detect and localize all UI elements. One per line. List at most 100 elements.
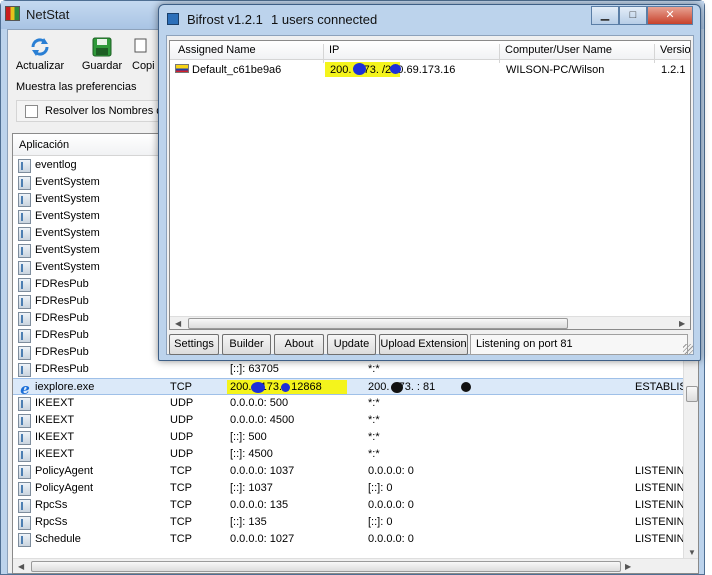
process-icon bbox=[18, 176, 31, 190]
cell-application: FDResPub bbox=[35, 295, 89, 307]
version-cell: 1.2.1 bbox=[661, 64, 686, 76]
cell-protocol: UDP bbox=[170, 397, 194, 409]
minimize-button[interactable]: ▁ bbox=[591, 6, 619, 25]
cell-protocol: UDP bbox=[170, 448, 194, 460]
cell-remote-address: 0.0.0.0: 0 bbox=[368, 465, 414, 477]
column-version[interactable]: Versio bbox=[660, 44, 690, 56]
computer-user-cell: WILSON-PC/Wilson bbox=[506, 64, 605, 76]
refresh-button[interactable]: Actualizar bbox=[12, 36, 68, 72]
connected-user-row[interactable]: Default_c61be9a6 200. .173. /200.69.173.… bbox=[170, 61, 690, 79]
cell-state: LISTENIN bbox=[635, 482, 685, 494]
table-row[interactable]: PolicyAgent TCP 0.0.0.0: 1037 0.0.0.0: 0 LIS… bbox=[13, 463, 693, 480]
minimize-icon: ▁ bbox=[600, 9, 610, 21]
cell-remote-address: [::]: 0 bbox=[368, 516, 393, 528]
scroll-left-arrow-icon[interactable]: ◀ bbox=[18, 562, 24, 571]
resize-grip-icon[interactable] bbox=[683, 344, 693, 354]
process-icon bbox=[18, 431, 31, 445]
scroll-down-arrow-icon[interactable]: ▼ bbox=[688, 548, 696, 557]
save-button[interactable]: Guardar bbox=[74, 36, 130, 72]
table-row[interactable]: IKEEXT UDP [::]: 500 *:* bbox=[13, 429, 693, 446]
listening-status: Listening on port 81 bbox=[470, 334, 688, 355]
table-row[interactable]: PolicyAgent TCP [::]: 1037 [::]: 0 LISTENIN bbox=[13, 480, 693, 497]
table-row[interactable]: Schedule TCP 0.0.0.0: 1027 0.0.0.0: 0 LISTEN… bbox=[13, 531, 693, 548]
process-icon bbox=[18, 465, 31, 479]
cell-application: FDResPub bbox=[35, 329, 89, 341]
connections-horizontal-scrollbar[interactable]: ◀ ▶ bbox=[13, 558, 698, 573]
maximize-button[interactable]: □ bbox=[619, 6, 647, 25]
cell-protocol: TCP bbox=[170, 516, 192, 528]
cell-state: LISTENIN bbox=[635, 533, 685, 545]
cell-application: PolicyAgent bbox=[35, 482, 94, 494]
connected-users-list[interactable]: Assigned Name IP Computer/User Name Vers… bbox=[169, 40, 691, 330]
copy-icon bbox=[134, 38, 147, 53]
cell-application: IKEEXT bbox=[35, 414, 75, 426]
cell-local-address: 0.0.0.0: 1027 bbox=[230, 533, 295, 545]
cell-application: EventSystem bbox=[35, 176, 100, 188]
table-row[interactable]: RpcSs TCP [::]: 135 [::]: 0 LISTENIN bbox=[13, 514, 693, 531]
column-computer-user[interactable]: Computer/User Name bbox=[505, 44, 612, 56]
cell-application: IKEEXT bbox=[35, 448, 75, 460]
cell-protocol: TCP bbox=[170, 499, 192, 511]
table-row[interactable]: RpcSs TCP 0.0.0.0: 135 0.0.0.0: 0 LISTENIN bbox=[13, 497, 693, 514]
connections-vscroll-thumb[interactable] bbox=[686, 386, 698, 402]
process-icon bbox=[18, 414, 31, 428]
cell-local-address: 0.0.0.0: 1037 bbox=[230, 465, 295, 477]
process-icon bbox=[18, 499, 31, 513]
close-button[interactable]: ✕ bbox=[647, 6, 693, 25]
table-row[interactable]: FDResPub [::]: 63705 *:* bbox=[13, 361, 693, 378]
scroll-right-arrow-icon[interactable]: ▶ bbox=[625, 562, 631, 571]
cell-remote-address: [::]: 0 bbox=[368, 482, 393, 494]
cell-protocol: TCP bbox=[170, 482, 192, 494]
process-icon bbox=[18, 193, 31, 207]
table-row[interactable]: IKEEXT UDP 0.0.0.0: 4500 *:* bbox=[13, 412, 693, 429]
table-row[interactable]: IKEEXT UDP [::]: 4500 *:* bbox=[13, 446, 693, 463]
cell-application: FDResPub bbox=[35, 363, 89, 375]
upload-extension-button[interactable]: Upload Extension bbox=[379, 334, 468, 355]
cell-state: LISTENIN bbox=[635, 516, 685, 528]
column-ip[interactable]: IP bbox=[329, 44, 339, 56]
maximize-icon: □ bbox=[629, 9, 637, 21]
preferences-label: Muestra las preferencias bbox=[16, 81, 137, 93]
cell-state: ESTABLIS bbox=[635, 381, 687, 393]
redaction-scribble bbox=[353, 63, 366, 75]
cell-remote-address: *:* bbox=[368, 431, 380, 443]
connections-hscroll-thumb[interactable] bbox=[31, 561, 621, 572]
cell-protocol: UDP bbox=[170, 431, 194, 443]
save-disk-icon bbox=[92, 37, 112, 57]
close-icon: ✕ bbox=[665, 9, 675, 21]
bifrost-window: Bifrost v1.2.1 1 users connected ▁ □ ✕ A… bbox=[158, 4, 701, 361]
cell-remote-address: *:* bbox=[368, 448, 380, 460]
redaction-scribble bbox=[461, 382, 471, 392]
resolve-names-option[interactable]: Resolver los Nombres de bbox=[16, 100, 176, 122]
process-icon bbox=[18, 329, 31, 343]
table-row[interactable]: IKEEXT UDP 0.0.0.0: 500 *:* bbox=[13, 395, 693, 412]
resolve-names-checkbox[interactable] bbox=[25, 105, 38, 118]
about-button[interactable]: About bbox=[274, 334, 324, 355]
cell-state: LISTENIN bbox=[635, 499, 685, 511]
process-icon bbox=[18, 244, 31, 258]
users-hscroll-thumb[interactable] bbox=[188, 318, 568, 329]
process-icon bbox=[18, 210, 31, 224]
scroll-left-arrow-icon[interactable]: ◀ bbox=[175, 319, 181, 328]
cell-state: LISTENIN bbox=[635, 465, 685, 477]
builder-button[interactable]: Builder bbox=[222, 334, 271, 355]
scroll-right-arrow-icon[interactable]: ▶ bbox=[679, 319, 685, 328]
bifrost-toolbar: Settings Builder About Update Upload Ext… bbox=[167, 334, 695, 356]
refresh-label: Actualizar bbox=[15, 60, 65, 72]
users-horizontal-scrollbar[interactable]: ◀ ▶ bbox=[170, 316, 690, 329]
cell-protocol: TCP bbox=[170, 381, 192, 393]
cell-remote-address: 0.0.0.0: 0 bbox=[368, 533, 414, 545]
cell-application: EventSystem bbox=[35, 227, 100, 239]
column-application[interactable]: Aplicación bbox=[19, 139, 69, 151]
table-row[interactable]: e iexplore.exe TCP 200. . 173. : 12868 200. … bbox=[13, 378, 693, 397]
cell-application: FDResPub bbox=[35, 278, 89, 290]
update-button[interactable]: Update bbox=[327, 334, 376, 355]
cell-application: RpcSs bbox=[35, 499, 68, 511]
bifrost-titlebar[interactable]: Bifrost v1.2.1 1 users connected ▁ □ ✕ bbox=[159, 5, 700, 33]
cell-application: FDResPub bbox=[35, 312, 89, 324]
cell-local-address: 0.0.0.0: 500 bbox=[230, 397, 289, 409]
cell-application: IKEEXT bbox=[35, 397, 75, 409]
resolve-names-label: Resolver los Nombres de bbox=[45, 105, 169, 117]
settings-button[interactable]: Settings bbox=[169, 334, 219, 355]
column-assigned-name[interactable]: Assigned Name bbox=[178, 44, 256, 56]
